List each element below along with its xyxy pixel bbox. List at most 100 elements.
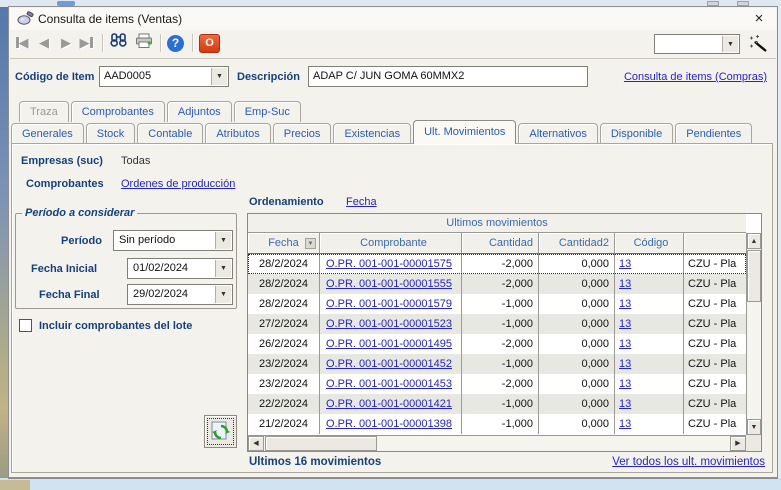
table-row[interactable]: 23/2/2024O.PR. 001-001-00001453-2,0000,0…	[248, 374, 746, 394]
magic-wand-icon[interactable]	[748, 35, 768, 56]
column-header-comprobante[interactable]: Comprobante	[320, 233, 462, 254]
tab-contable[interactable]: Contable	[137, 123, 203, 144]
description-field[interactable]: ADAP C/ JUN GOMA 60MMX2	[308, 66, 588, 87]
horizontal-scrollbar[interactable]: ◀ ▶	[248, 435, 746, 451]
exit-icon[interactable]: O	[199, 34, 220, 53]
tab-generales[interactable]: Generales	[11, 123, 84, 144]
fecha-inicial-label: Fecha Inicial	[31, 263, 97, 275]
tab-traza[interactable]: Traza	[19, 101, 69, 122]
last-record-button[interactable]: ▶	[76, 33, 96, 53]
column-header-cantidad2[interactable]: Cantidad2	[539, 233, 615, 254]
column-header-fecha[interactable]: Fecha▼	[248, 233, 320, 254]
vertical-scrollbar[interactable]: ▲ ▼	[746, 233, 761, 435]
cell-c-digo: 13	[615, 254, 684, 274]
item-code-combobox[interactable]: AAD0005 ▼	[99, 66, 229, 87]
table-row[interactable]: 27/2/2024O.PR. 001-001-00001523-1,0000,0…	[248, 314, 746, 334]
comprobante-link[interactable]: O.PR. 001-001-00001523	[326, 318, 452, 330]
chevron-down-icon[interactable]: ▼	[215, 232, 231, 249]
comprobante-link[interactable]: O.PR. 001-001-00001421	[326, 398, 452, 410]
chevron-down-icon[interactable]: ▼	[215, 260, 231, 277]
periodo-combobox[interactable]: Sin período ▼	[113, 230, 233, 251]
close-icon[interactable]: ×	[750, 10, 768, 28]
consulta-compras-link[interactable]: Consulta de items (Compras)	[624, 71, 767, 83]
previous-record-button[interactable]: ◀	[34, 33, 54, 53]
tab-precios[interactable]: Precios	[273, 123, 332, 144]
table-row[interactable]: 28/2/2024O.PR. 001-001-00001579-1,0000,0…	[248, 294, 746, 314]
chevron-down-icon[interactable]: ▼	[211, 68, 227, 85]
codigo-link[interactable]: 13	[619, 378, 631, 390]
codigo-link[interactable]: 13	[619, 338, 631, 350]
tab-ult-movimientos[interactable]: Ult. Movimientos	[413, 120, 516, 144]
table-row[interactable]: 23/2/2024O.PR. 001-001-00001452-1,0000,0…	[248, 354, 746, 374]
incluir-lote-checkbox[interactable]	[19, 319, 32, 332]
comprobante-link[interactable]: O.PR. 001-001-00001398	[326, 418, 452, 430]
tab-adjuntos[interactable]: Adjuntos	[167, 101, 232, 122]
tab-emp-suc[interactable]: Emp-Suc	[234, 101, 301, 122]
sort-indicator-icon[interactable]: ▼	[305, 238, 316, 249]
codigo-link[interactable]: 13	[619, 318, 631, 330]
print-icon[interactable]	[134, 33, 154, 53]
fecha-inicial-combobox[interactable]: 01/02/2024 ▼	[127, 258, 233, 279]
chevron-down-icon[interactable]: ▼	[722, 36, 738, 52]
scroll-right-icon[interactable]: ▶	[730, 436, 746, 451]
column-header-c-digo[interactable]: Código	[615, 233, 684, 254]
table-row[interactable]: 21/2/2024O.PR. 001-001-00001398-1,0000,0…	[248, 414, 746, 434]
tab-stock[interactable]: Stock	[86, 123, 136, 144]
column-header-cantidad[interactable]: Cantidad	[462, 233, 539, 254]
horizontal-scroll-thumb[interactable]	[265, 436, 377, 451]
codigo-link[interactable]: 13	[619, 278, 631, 290]
table-row[interactable]: 28/2/2024O.PR. 001-001-00001555-2,0000,0…	[248, 274, 746, 294]
scroll-left-icon[interactable]: ◀	[248, 436, 264, 451]
column-header-extra[interactable]	[684, 233, 746, 254]
next-record-button[interactable]: ▶	[56, 33, 76, 53]
table-row[interactable]: 28/2/2024O.PR. 001-001-00001575-2,0000,0…	[248, 254, 746, 274]
tab-alternativos[interactable]: Alternativos	[518, 123, 597, 144]
tab-atributos[interactable]: Atributos	[205, 123, 270, 144]
tab-existencias[interactable]: Existencias	[333, 123, 411, 144]
fecha-final-combobox[interactable]: 29/02/2024 ▼	[127, 284, 233, 305]
tab-disponible[interactable]: Disponible	[600, 123, 673, 144]
cell-c-digo: 13	[615, 274, 684, 294]
scroll-up-icon[interactable]: ▲	[747, 233, 761, 249]
codigo-link[interactable]: 13	[619, 418, 631, 430]
comprobantes-link[interactable]: Ordenes de producción	[121, 178, 235, 190]
search-icon[interactable]	[108, 33, 128, 53]
comprobante-link[interactable]: O.PR. 001-001-00001452	[326, 358, 452, 370]
comprobante-link[interactable]: O.PR. 001-001-00001579	[326, 298, 452, 310]
refresh-button[interactable]	[204, 415, 237, 448]
cell-fecha: 26/2/2024	[248, 334, 320, 354]
comprobante-link[interactable]: O.PR. 001-001-00001575	[326, 258, 452, 270]
title-bar[interactable]: Consulta de items (Ventas) ×	[10, 8, 776, 30]
vertical-scroll-thumb[interactable]	[747, 250, 761, 302]
first-record-button[interactable]: ◀	[12, 33, 32, 53]
chevron-down-icon[interactable]: ▼	[215, 286, 231, 303]
toolbar-combobox[interactable]: ▼	[654, 34, 740, 54]
ordenamiento-fecha-link[interactable]: Fecha	[346, 196, 377, 208]
tab-pendientes[interactable]: Pendientes	[675, 123, 752, 144]
fecha-inicial-value: 01/02/2024	[133, 262, 188, 274]
cell-cantidad: -2,000	[462, 334, 539, 354]
tab-comprobantes[interactable]: Comprobantes	[71, 101, 165, 122]
cell-comprobante: O.PR. 001-001-00001398	[320, 414, 462, 434]
help-icon[interactable]: ?	[167, 35, 184, 52]
codigo-link[interactable]: 13	[619, 298, 631, 310]
codigo-link[interactable]: 13	[619, 358, 631, 370]
codigo-link[interactable]: 13	[619, 398, 631, 410]
toolbar-separator	[160, 34, 161, 52]
comprobante-link[interactable]: O.PR. 001-001-00001495	[326, 338, 452, 350]
cell-cantidad: -1,000	[462, 414, 539, 434]
cell-extra: CZU - Pla	[684, 274, 746, 294]
ver-todos-link[interactable]: Ver todos los ult. movimientos	[612, 456, 765, 468]
table-row[interactable]: 22/2/2024O.PR. 001-001-00001421-1,0000,0…	[248, 394, 746, 414]
codigo-link[interactable]: 13	[619, 258, 631, 270]
cell-fecha: 23/2/2024	[248, 374, 320, 394]
scroll-down-icon[interactable]: ▼	[747, 419, 761, 435]
cell-cantidad2: 0,000	[539, 394, 615, 414]
tab-row-1: TrazaComprobantesAdjuntosEmp-Suc	[19, 101, 303, 122]
comprobante-link[interactable]: O.PR. 001-001-00001555	[326, 278, 452, 290]
cell-comprobante: O.PR. 001-001-00001495	[320, 334, 462, 354]
comprobante-link[interactable]: O.PR. 001-001-00001453	[326, 378, 452, 390]
toolbar: ◀ ◀ ▶ ▶ ? O ▼	[10, 30, 776, 59]
cell-extra: CZU - Pla	[684, 394, 746, 414]
table-row[interactable]: 26/2/2024O.PR. 001-001-00001495-2,0000,0…	[248, 334, 746, 354]
